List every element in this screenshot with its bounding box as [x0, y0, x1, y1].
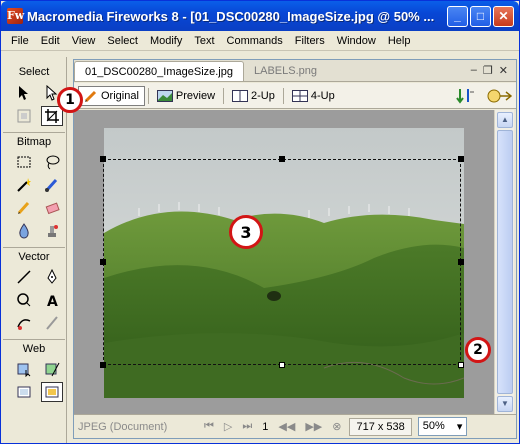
- crop-handle-left[interactable]: [100, 259, 106, 265]
- next-frame-icon[interactable]: ▶▶: [305, 420, 322, 433]
- zoom-value: 50%: [422, 420, 445, 432]
- scale-tool-icon[interactable]: [13, 106, 35, 126]
- brush-tool-icon[interactable]: [41, 175, 63, 195]
- document-close-button[interactable]: ✕: [499, 64, 508, 77]
- crop-handle-bottom-left[interactable]: [100, 362, 106, 368]
- blur-tool-icon[interactable]: [13, 221, 35, 241]
- minimize-button[interactable]: _: [447, 5, 468, 27]
- tab-4up-view[interactable]: 4-Up: [287, 86, 340, 106]
- 4up-view-label: 4-Up: [310, 89, 335, 102]
- scroll-thumb[interactable]: [497, 130, 513, 394]
- menu-window[interactable]: Window: [331, 32, 382, 50]
- show-slices-icon[interactable]: [41, 382, 63, 402]
- window-title: Macromedia Fireworks 8 - [01_DSC00280_Im…: [27, 8, 435, 24]
- hotspot-tool-icon[interactable]: [13, 359, 35, 379]
- menu-bar: File Edit View Select Modify Text Comman…: [1, 31, 519, 51]
- tab-image-size-jpg[interactable]: 01_DSC00280_ImageSize.jpg: [74, 61, 244, 81]
- document-restore-button[interactable]: ❐: [483, 64, 493, 77]
- callout-2: 2: [465, 337, 491, 363]
- close-button[interactable]: ✕: [493, 5, 514, 27]
- text-tool-icon[interactable]: A: [41, 290, 63, 310]
- lasso-tool-icon[interactable]: [41, 152, 63, 172]
- menu-commands[interactable]: Commands: [221, 32, 289, 50]
- line-tool-icon[interactable]: [13, 267, 35, 287]
- pencil-icon: [84, 90, 97, 102]
- hide-slices-icon[interactable]: [13, 382, 35, 402]
- original-view-label: Original: [101, 89, 139, 102]
- stop-icon[interactable]: ⊗: [332, 420, 341, 433]
- scroll-up-icon[interactable]: ▲: [497, 112, 513, 128]
- fireworks-app-icon: Fw: [7, 8, 25, 24]
- menu-view[interactable]: View: [66, 32, 102, 50]
- tools-vector-title: Vector: [3, 247, 65, 265]
- tab-preview-view[interactable]: Preview: [152, 86, 220, 106]
- crop-handle-top-right[interactable]: [458, 156, 464, 162]
- two-up-icon: [232, 89, 249, 102]
- svg-text:A: A: [47, 294, 58, 308]
- pencil-tool-icon[interactable]: [13, 198, 35, 218]
- preview-view-label: Preview: [175, 89, 216, 102]
- slice-tool-icon[interactable]: [41, 359, 63, 379]
- tools-bitmap-title: Bitmap: [3, 132, 65, 150]
- rubber-stamp-tool-icon[interactable]: [41, 221, 63, 241]
- callout-3: 3: [229, 215, 263, 249]
- previous-frame-icon[interactable]: ◀◀: [278, 420, 295, 433]
- menu-file[interactable]: File: [5, 32, 35, 50]
- callout-1: 1: [57, 87, 83, 113]
- menu-modify[interactable]: Modify: [144, 32, 188, 50]
- eraser-tool-icon[interactable]: [41, 198, 63, 218]
- play-icon[interactable]: ▷: [224, 420, 232, 433]
- tab-2up-view[interactable]: 2-Up: [227, 86, 280, 106]
- tab-labels-png[interactable]: LABELS.png: [244, 61, 327, 81]
- menu-help[interactable]: Help: [382, 32, 417, 50]
- 2up-view-label: 2-Up: [251, 89, 275, 102]
- crop-handle-right[interactable]: [458, 259, 464, 265]
- tools-web-title: Web: [3, 339, 65, 357]
- scroll-down-icon[interactable]: ▼: [497, 396, 513, 412]
- pointer-tool-icon[interactable]: [13, 83, 35, 103]
- crop-handle-top-left[interactable]: [100, 156, 106, 162]
- frame-number: 1: [262, 420, 269, 433]
- document-tab-bar: 01_DSC00280_ImageSize.jpg LABELS.png – ❐…: [74, 60, 516, 82]
- title-bar[interactable]: Fw Macromedia Fireworks 8 - [01_DSC00280…: [1, 1, 519, 31]
- crop-handle-top[interactable]: [279, 156, 285, 162]
- document-type-label: JPEG (Document): [78, 420, 168, 433]
- knife-tool-icon[interactable]: [41, 313, 63, 333]
- vertical-scrollbar[interactable]: ▲ ▼: [494, 110, 514, 414]
- first-frame-icon[interactable]: ⏮: [204, 420, 214, 433]
- crop-handle-bottom-right[interactable]: [458, 362, 464, 368]
- ellipse-tool-icon[interactable]: [13, 290, 35, 310]
- tools-select-title: Select: [18, 66, 50, 78]
- status-bar: JPEG (Document) ⏮ ▷ ⏭ 1 ◀◀ ▶▶ ⊗ 717 x 53…: [74, 414, 516, 438]
- tab-original-view[interactable]: Original: [78, 85, 145, 106]
- menu-text[interactable]: Text: [188, 32, 220, 50]
- marquee-tool-icon[interactable]: [13, 152, 35, 172]
- export-preview-icon[interactable]: [486, 87, 512, 105]
- menu-filters[interactable]: Filters: [289, 32, 331, 50]
- tools-panel: Select Bitmap Vector A Web: [3, 57, 67, 443]
- maximize-button[interactable]: □: [470, 5, 491, 27]
- four-up-icon: [291, 89, 308, 102]
- app-window: Fw Macromedia Fireworks 8 - [01_DSC00280…: [0, 0, 520, 444]
- magic-wand-tool-icon[interactable]: [13, 175, 35, 195]
- quick-export-icon[interactable]: [456, 87, 476, 105]
- last-frame-icon[interactable]: ⏭: [242, 420, 252, 433]
- document-window: 01_DSC00280_ImageSize.jpg LABELS.png – ❐…: [73, 59, 517, 439]
- chevron-down-icon: ▾: [456, 421, 463, 433]
- crop-handle-bottom[interactable]: [279, 362, 285, 368]
- image-size-readout[interactable]: 717 x 538: [349, 417, 412, 436]
- freeform-tool-icon[interactable]: [13, 313, 35, 333]
- menu-select[interactable]: Select: [101, 32, 144, 50]
- menu-edit[interactable]: Edit: [35, 32, 66, 50]
- view-toolbar: Original Preview 2-Up 4-Up: [74, 83, 516, 109]
- crop-selection[interactable]: [100, 156, 464, 368]
- zoom-select[interactable]: 50% ▾: [417, 417, 468, 436]
- document-minimize-button[interactable]: –: [471, 64, 477, 77]
- preview-icon: [156, 89, 173, 102]
- pen-tool-icon[interactable]: [41, 267, 63, 287]
- canvas-area[interactable]: [74, 110, 494, 414]
